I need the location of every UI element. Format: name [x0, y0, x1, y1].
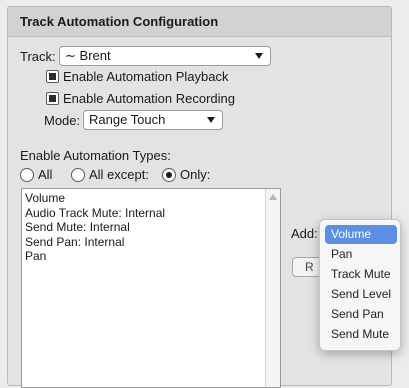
add-type-popup-menu: Volume Pan Track Mute Send Level Send Pa… — [319, 219, 401, 351]
enable-playback-checkbox[interactable] — [46, 70, 59, 83]
radio-only[interactable] — [162, 168, 176, 182]
checkbox-checked-mark — [49, 95, 56, 102]
radio-all-label: All — [38, 167, 53, 182]
menu-item-send-level[interactable]: Send Level — [325, 285, 397, 304]
menu-item-volume[interactable]: Volume — [325, 225, 397, 244]
menu-item-pan[interactable]: Pan — [325, 245, 397, 264]
chevron-down-icon — [255, 53, 263, 59]
list-item[interactable]: Send Pan: Internal — [25, 235, 165, 250]
list-scrollbar[interactable] — [265, 189, 280, 387]
track-label: Track: — [20, 49, 56, 64]
automation-types-list[interactable]: Volume Audio Track Mute: Internal Send M… — [21, 188, 281, 388]
enable-playback-label: Enable Automation Playback — [63, 69, 229, 84]
menu-item-track-mute[interactable]: Track Mute — [325, 265, 397, 284]
list-item[interactable]: Send Mute: Internal — [25, 220, 165, 235]
enable-recording-checkbox[interactable] — [46, 92, 59, 105]
menu-item-send-mute[interactable]: Send Mute — [325, 325, 397, 344]
add-label: Add: — [291, 226, 318, 241]
automation-types-heading: Enable Automation Types: — [20, 148, 171, 163]
list-item[interactable]: Pan — [25, 249, 165, 264]
radio-selected-dot — [166, 172, 172, 178]
scroll-up-arrow-icon[interactable] — [269, 194, 277, 200]
radio-all[interactable] — [20, 168, 34, 182]
radio-all-except[interactable] — [71, 168, 85, 182]
waveform-tilde-icon: ∼ — [65, 48, 76, 63]
checkbox-checked-mark — [49, 73, 56, 80]
radio-only-label: Only: — [180, 167, 211, 182]
track-select-value: Brent — [79, 48, 111, 63]
mode-select-value: Range Touch — [89, 112, 166, 127]
menu-item-send-pan[interactable]: Send Pan — [325, 305, 397, 324]
panel-title: Track Automation Configuration — [8, 7, 391, 37]
enable-recording-label: Enable Automation Recording — [63, 91, 236, 106]
mode-label: Mode: — [44, 113, 81, 128]
list-item[interactable]: Audio Track Mute: Internal — [25, 206, 165, 221]
track-select[interactable]: ∼ Brent — [59, 46, 271, 66]
radio-all-except-label: All except: — [89, 167, 149, 182]
chevron-down-icon — [207, 117, 215, 123]
mode-select[interactable]: Range Touch — [83, 110, 223, 130]
list-item[interactable]: Volume — [25, 191, 165, 206]
